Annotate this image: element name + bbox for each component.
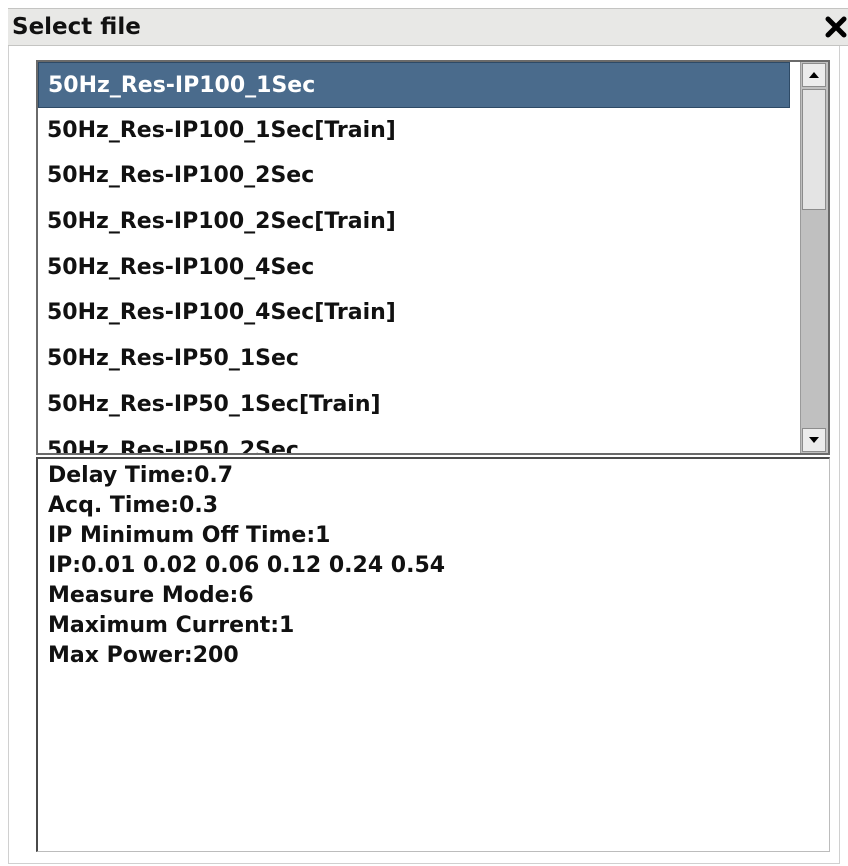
detail-max-current: Maximum Current:1 <box>48 613 295 638</box>
file-list-item[interactable]: 50Hz_Res-IP100_1Sec <box>38 62 790 108</box>
detail-max-power: Max Power:200 <box>48 643 239 668</box>
arrow-down-icon <box>809 437 819 443</box>
file-list-item[interactable]: 50Hz_Res-IP100_1Sec[Train] <box>38 108 790 154</box>
detail-delay-time: Delay Time:0.7 <box>48 463 234 488</box>
file-list-item[interactable]: 50Hz_Res-IP50_1Sec <box>38 336 790 382</box>
detail-ip-min-off-time: IP Minimum Off Time:1 <box>48 523 331 548</box>
scroll-down-button[interactable] <box>802 428 826 452</box>
arrow-up-icon <box>809 72 819 78</box>
select-file-dialog: Select file 50Hz_Res-IP100_1Sec 50Hz_Res… <box>0 0 848 866</box>
dialog-title: Select file <box>12 14 141 40</box>
close-button[interactable] <box>824 14 848 40</box>
file-list-item[interactable]: 50Hz_Res-IP100_4Sec <box>38 245 790 291</box>
detail-acq-time: Acq. Time:0.3 <box>48 493 218 518</box>
vertical-scrollbar[interactable] <box>800 62 828 453</box>
file-details-panel: Delay Time:0.7 Acq. Time:0.3 IP Minimum … <box>36 457 830 852</box>
detail-ip-values: IP:0.01 0.02 0.06 0.12 0.24 0.54 <box>48 553 446 578</box>
scroll-thumb[interactable] <box>802 89 826 210</box>
title-bar: Select file <box>8 8 848 46</box>
file-list[interactable]: 50Hz_Res-IP100_1Sec 50Hz_Res-IP100_1Sec[… <box>36 60 830 455</box>
file-list-item[interactable]: 50Hz_Res-IP100_2Sec[Train] <box>38 199 790 245</box>
file-list-items: 50Hz_Res-IP100_1Sec 50Hz_Res-IP100_1Sec[… <box>38 62 790 453</box>
file-list-item[interactable]: 50Hz_Res-IP100_4Sec[Train] <box>38 290 790 336</box>
scroll-up-button[interactable] <box>802 63 826 87</box>
detail-measure-mode: Measure Mode:6 <box>48 583 254 608</box>
close-icon <box>825 16 847 38</box>
file-list-item[interactable]: 50Hz_Res-IP50_2Sec <box>38 428 790 454</box>
file-list-item[interactable]: 50Hz_Res-IP50_1Sec[Train] <box>38 382 790 428</box>
file-list-item[interactable]: 50Hz_Res-IP100_2Sec <box>38 153 790 199</box>
